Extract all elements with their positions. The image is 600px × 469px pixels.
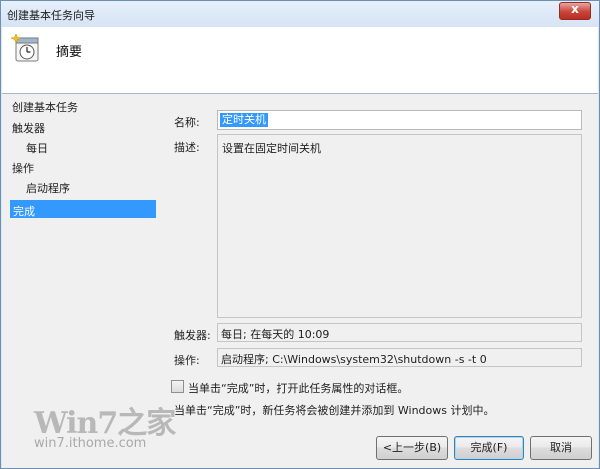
sidebar-item-daily[interactable]: 每日: [26, 140, 48, 156]
wizard-body: 创建基本任务 触发器 每日 操作 启动程序 完成 名称: 定时关机 描述: 设置…: [2, 94, 598, 468]
window-title: 创建基本任务向导: [7, 9, 95, 22]
finish-button[interactable]: 完成(F): [454, 436, 524, 460]
close-icon: x: [571, 2, 579, 16]
description-label: 描述:: [174, 141, 200, 154]
sidebar-item-label: 完成: [13, 205, 35, 218]
name-label: 名称:: [174, 116, 200, 129]
name-value: 定时关机: [220, 113, 268, 127]
trigger-value: 每日; 在每天的 10:09: [221, 328, 330, 341]
action-label: 操作:: [174, 354, 200, 367]
sidebar-item-create-basic-task[interactable]: 创建基本任务: [12, 99, 78, 115]
sidebar-item-trigger[interactable]: 触发器: [12, 120, 45, 136]
description-value: 设置在固定时间关机: [222, 142, 321, 155]
back-button[interactable]: <上一步(B): [376, 436, 448, 460]
close-button[interactable]: x: [559, 2, 591, 20]
open-properties-checkbox[interactable]: [171, 380, 184, 393]
watermark: Win7之家 win7.ithome.com: [34, 398, 176, 451]
page-title: 摘要: [56, 45, 83, 60]
wizard-window: 创建基本任务向导 x 摘要 创建基本任务 触发器 每日 操作 启动程序 完成 名…: [0, 0, 600, 469]
cancel-button[interactable]: 取消: [530, 436, 592, 460]
sidebar-item-finish[interactable]: 完成: [10, 200, 156, 218]
watermark-url: win7.ithome.com: [34, 436, 147, 451]
action-value: 启动程序; C:\Windows\system32\shutdown -s -t…: [221, 353, 487, 366]
name-field[interactable]: 定时关机: [217, 110, 582, 130]
wizard-header: 摘要: [2, 27, 598, 94]
open-properties-label[interactable]: 当单击“完成”时，打开此任务属性的对话框。: [188, 380, 408, 396]
trigger-label: 触发器:: [174, 329, 211, 342]
action-field: 启动程序; C:\Windows\system32\shutdown -s -t…: [217, 348, 582, 367]
scheduled-task-clock-icon: [11, 33, 39, 62]
sidebar-item-start-program[interactable]: 启动程序: [26, 180, 70, 196]
sidebar-item-action[interactable]: 操作: [12, 160, 34, 176]
info-text: 当单击“完成”时，新任务将会被创建并添加到 Windows 计划中。: [174, 404, 495, 417]
title-bar[interactable]: 创建基本任务向导 x: [1, 1, 599, 27]
description-field[interactable]: 设置在固定时间关机: [217, 134, 582, 318]
trigger-field: 每日; 在每天的 10:09: [217, 323, 582, 342]
